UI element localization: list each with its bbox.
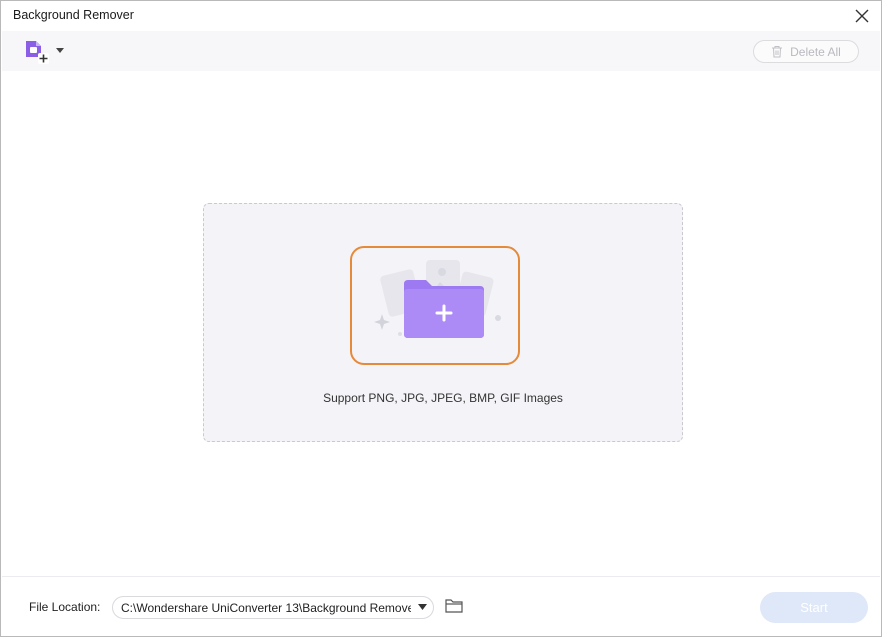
footer-bar: File Location: C:\Wondershare UniConvert…: [2, 576, 880, 636]
file-drop-zone[interactable]: Support PNG, JPG, JPEG, BMP, GIF Images: [203, 203, 683, 442]
close-button[interactable]: [851, 5, 873, 27]
main-area: Support PNG, JPG, JPEG, BMP, GIF Images: [2, 71, 880, 576]
file-location-label: File Location:: [29, 600, 101, 614]
add-files-box[interactable]: [350, 246, 520, 365]
add-folder-icon: [374, 260, 501, 338]
add-file-button[interactable]: [22, 38, 68, 66]
add-file-icon: [26, 41, 49, 64]
title-bar: Background Remover: [1, 1, 881, 31]
start-button[interactable]: Start: [760, 592, 868, 623]
chevron-down-icon: [56, 48, 64, 53]
file-location-select[interactable]: C:\Wondershare UniConverter 13\Backgroun…: [112, 596, 434, 619]
close-icon: [855, 9, 869, 23]
chevron-down-icon: [418, 604, 427, 610]
delete-all-button[interactable]: Delete All: [753, 40, 859, 63]
toolbar: Delete All: [2, 31, 880, 71]
window-title: Background Remover: [13, 8, 134, 22]
file-location-value: C:\Wondershare UniConverter 13\Backgroun…: [121, 601, 411, 615]
background-remover-window: Background Remover Delete All Support PN…: [0, 0, 882, 637]
delete-all-label: Delete All: [790, 44, 841, 59]
supported-formats-text: Support PNG, JPG, JPEG, BMP, GIF Images: [323, 391, 563, 405]
open-folder-button[interactable]: [445, 598, 465, 616]
trash-icon: [772, 46, 783, 58]
folder-icon: [445, 599, 463, 613]
